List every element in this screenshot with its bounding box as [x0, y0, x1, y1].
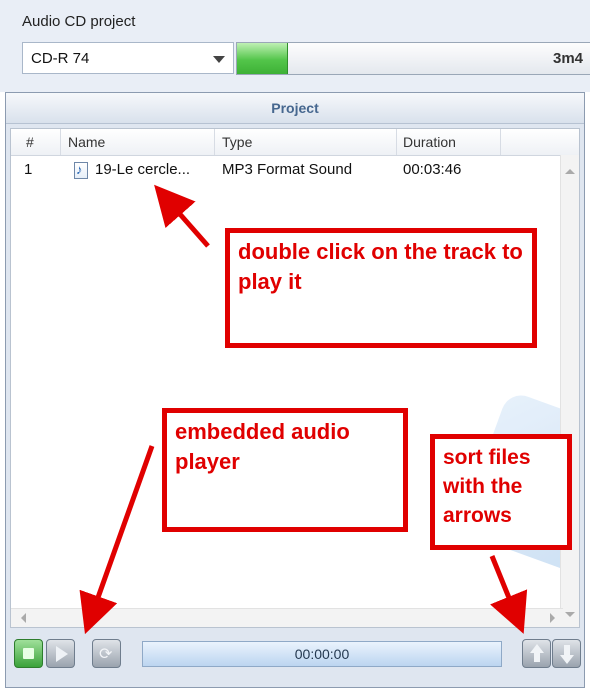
- disc-type-dropdown[interactable]: CD-R 74: [22, 42, 234, 74]
- scroll-down-icon[interactable]: [565, 612, 575, 617]
- scroll-up-icon[interactable]: [565, 169, 575, 174]
- column-header-number[interactable]: #: [26, 134, 34, 150]
- scroll-right-icon[interactable]: [550, 613, 555, 623]
- vertical-scrollbar[interactable]: [560, 155, 579, 627]
- horizontal-scrollbar[interactable]: [11, 608, 563, 627]
- track-name[interactable]: 19-Le cercle...: [95, 161, 190, 178]
- loop-button[interactable]: ⟳: [92, 639, 121, 668]
- move-up-button[interactable]: [522, 639, 551, 668]
- track-type: MP3 Format Sound: [222, 161, 353, 178]
- section-label: Audio CD project: [22, 13, 136, 30]
- annotation-sort-hint: sort files with the arrows: [430, 434, 572, 550]
- track-list[interactable]: # Name Type Duration 1 19-Le cercle... M…: [10, 128, 580, 628]
- annotation-play-hint: double click on the track to play it: [225, 228, 537, 348]
- capacity-text: 3m4: [553, 50, 584, 67]
- project-title: Project: [271, 100, 319, 116]
- stop-button[interactable]: [14, 639, 43, 668]
- embedded-audio-player: ⟳ 00:00:00: [10, 636, 585, 676]
- disc-capacity-bar: 3m4: [236, 42, 590, 75]
- seek-bar[interactable]: 00:00:00: [142, 641, 502, 667]
- project-settings-panel: Audio CD project CD-R 74 3m4: [0, 0, 590, 92]
- play-button[interactable]: [46, 639, 75, 668]
- playback-time: 00:00:00: [294, 646, 350, 662]
- track-number: 1: [24, 161, 33, 178]
- column-header-row: # Name Type Duration: [11, 129, 579, 156]
- column-header-name[interactable]: Name: [68, 134, 105, 150]
- track-duration: 00:03:46: [403, 161, 462, 178]
- disc-type-value: CD-R 74: [31, 50, 90, 67]
- move-down-button[interactable]: [552, 639, 581, 668]
- column-header-type[interactable]: Type: [222, 134, 252, 150]
- capacity-fill: [237, 43, 289, 74]
- chevron-down-icon[interactable]: [213, 56, 225, 63]
- loop-icon: ⟳: [99, 646, 113, 663]
- column-header-duration[interactable]: Duration: [403, 134, 456, 150]
- music-note-icon: [74, 162, 88, 179]
- project-header: Project: [6, 93, 584, 124]
- annotation-player-hint: embedded audio player: [162, 408, 408, 532]
- scroll-left-icon[interactable]: [21, 613, 26, 623]
